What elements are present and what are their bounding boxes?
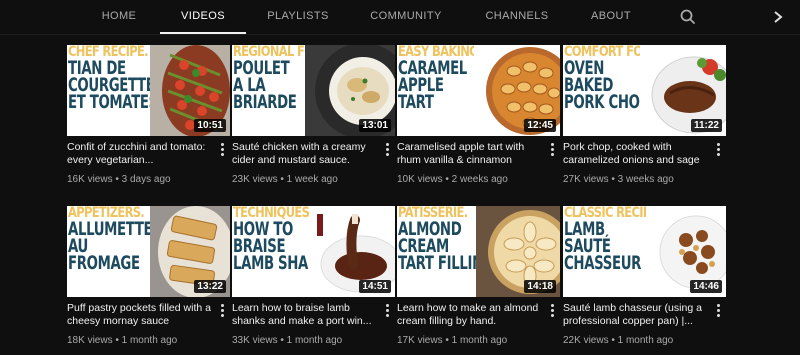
video-thumbnail[interactable]: EASY BAKING. CARAMEL APPLE TART 12:45 (397, 45, 560, 136)
video-meta: 18K views • 1 month ago (67, 335, 178, 346)
video-thumbnail[interactable]: TECHNIQUES. HOW TO BRAISE LAMB SHANKS 14… (232, 206, 395, 297)
active-tab-indicator (160, 32, 246, 34)
view-count: 27K views (563, 174, 609, 185)
video-title[interactable]: Puff pastry pockets filled with a cheesy… (67, 302, 215, 328)
tab-channels[interactable]: CHANNELS (476, 0, 558, 34)
view-count: 23K views (232, 174, 278, 185)
video-thumbnail[interactable]: REGIONAL FOOD. POULET A LA BRIARDE 13:01 (232, 45, 395, 136)
upload-age: 1 month ago (451, 335, 508, 346)
upload-age: 1 month ago (286, 335, 343, 346)
more-actions-icon[interactable] (383, 303, 391, 317)
video-duration: 14:18 (524, 280, 556, 293)
video-meta: 33K views • 1 month ago (232, 335, 343, 346)
video-duration: 11:22 (690, 119, 722, 132)
more-actions-icon[interactable] (218, 142, 226, 156)
tab-label: ABOUT (591, 10, 631, 22)
video-duration: 14:51 (359, 280, 391, 293)
thumbnail-title-text: LAMB SAUTÉ CHASSEUR (564, 218, 642, 274)
thumbnail-title-text: ALLUMETTES AU FROMAGE (68, 218, 162, 274)
video-title[interactable]: Learn how to make an almond cream fillin… (397, 302, 545, 328)
video-title[interactable]: Learn how to braise lamb shanks and make… (232, 302, 380, 328)
thumbnail-title-text: POULET A LA BRIARDE (233, 57, 297, 113)
video-duration: 10:51 (194, 119, 226, 132)
video-duration: 13:22 (194, 280, 226, 293)
video-title[interactable]: Pork chop, cooked with caramelized onion… (563, 141, 711, 167)
more-actions-icon[interactable] (714, 303, 722, 317)
tab-playlists[interactable]: PLAYLISTS (258, 0, 338, 34)
tab-label: HOME (101, 10, 137, 22)
channel-tabs-bar: HOME VIDEOS PLAYLISTS COMMUNITY CHANNELS… (0, 0, 800, 35)
video-duration: 13:01 (359, 119, 391, 132)
upload-age: 1 week ago (286, 174, 338, 185)
next-tabs-button[interactable] (768, 7, 788, 27)
channel-search-button[interactable] (678, 7, 698, 27)
video-thumbnail[interactable]: CLASSIC RECIPE. LAMB SAUTÉ CHASSEUR 14:4… (563, 206, 726, 297)
tab-label: PLAYLISTS (267, 10, 329, 22)
thumbnail-title-text: CARAMEL APPLE TART (398, 57, 467, 113)
video-meta: 10K views • 2 weeks ago (397, 174, 508, 185)
view-count: 22K views (563, 335, 609, 346)
upload-age: 1 month ago (121, 335, 178, 346)
tab-label: CHANNELS (485, 10, 549, 22)
tab-home[interactable]: HOME (92, 0, 146, 34)
upload-age: 2 weeks ago (451, 174, 508, 185)
tab-community[interactable]: COMMUNITY (362, 0, 450, 34)
video-meta: 23K views • 1 week ago (232, 174, 338, 185)
video-meta: 16K views • 3 days ago (67, 174, 171, 185)
video-title[interactable]: Confit of zucchini and tomato: every veg… (67, 141, 215, 167)
tab-about[interactable]: ABOUT (582, 0, 640, 34)
tab-label: COMMUNITY (370, 10, 442, 22)
upload-age: 3 days ago (121, 174, 171, 185)
view-count: 17K views (397, 335, 443, 346)
video-meta: 22K views • 1 month ago (563, 335, 674, 346)
view-count: 18K views (67, 335, 113, 346)
tab-videos[interactable]: VIDEOS (160, 0, 246, 34)
video-duration: 14:46 (690, 280, 722, 293)
more-actions-icon[interactable] (218, 303, 226, 317)
video-title[interactable]: Caramelised apple tart with rhum vanilla… (397, 141, 545, 167)
tab-label: VIDEOS (181, 10, 225, 22)
upload-age: 1 month ago (617, 335, 674, 346)
video-thumbnail[interactable]: APPETIZERS. ALLUMETTES AU FROMAGE 13:22 (67, 206, 230, 297)
more-actions-icon[interactable] (383, 142, 391, 156)
search-icon (680, 9, 695, 24)
upload-age: 3 weeks ago (617, 174, 674, 185)
video-thumbnail[interactable]: PATISSERIE. ALMOND CREAM TART FILLING 14… (397, 206, 560, 297)
more-actions-icon[interactable] (548, 142, 556, 156)
video-meta: 27K views • 3 weeks ago (563, 174, 674, 185)
video-title[interactable]: Sauté chicken with a creamy cider and mu… (232, 141, 380, 167)
view-count: 33K views (232, 335, 278, 346)
video-title[interactable]: Sauté lamb chasseur (using a professiona… (563, 302, 711, 328)
view-count: 16K views (67, 174, 113, 185)
video-meta: 17K views • 1 month ago (397, 335, 508, 346)
chevron-right-icon (774, 11, 783, 23)
more-actions-icon[interactable] (548, 303, 556, 317)
more-actions-icon[interactable] (714, 142, 722, 156)
view-count: 10K views (397, 174, 443, 185)
video-duration: 12:45 (524, 119, 556, 132)
video-thumbnail[interactable]: CHEF RECIPE. TIAN DE COURGETTES ET TOMAT… (67, 45, 230, 136)
video-thumbnail[interactable]: COMFORT FOOD. OVEN BAKED PORK CHOPS 11:2… (563, 45, 726, 136)
